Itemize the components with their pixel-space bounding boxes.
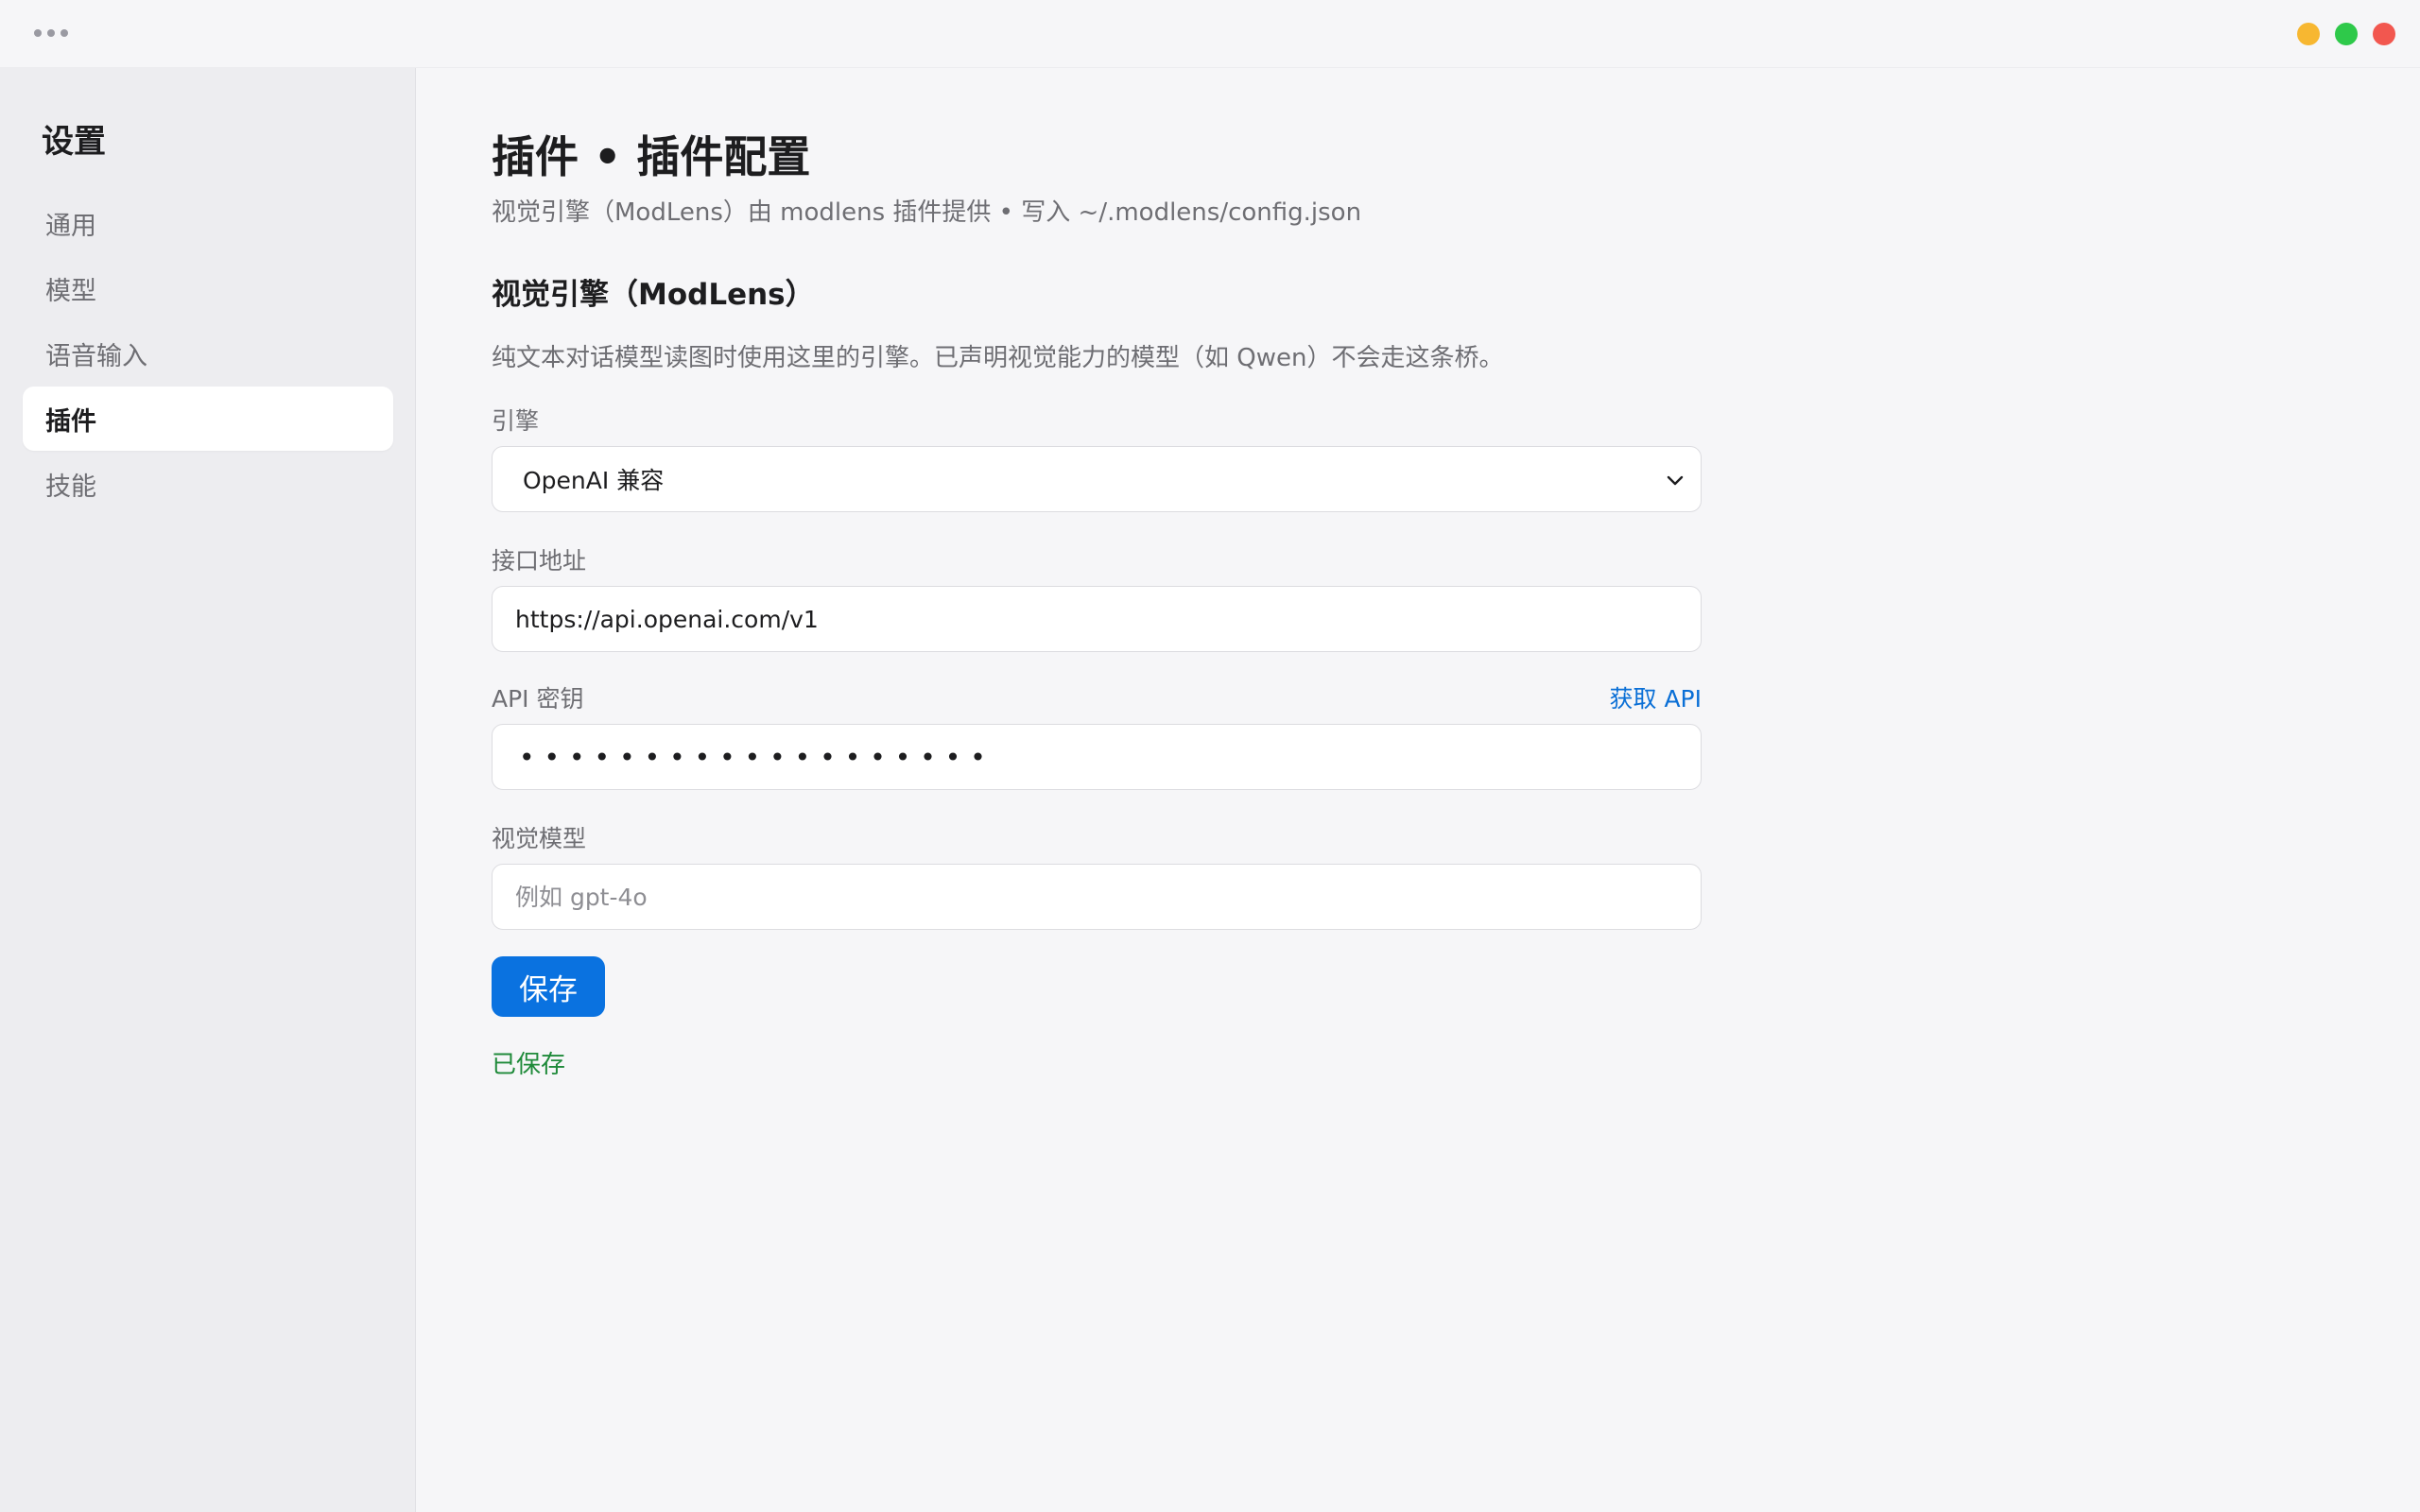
save-button[interactable]: 保存 (492, 956, 605, 1017)
vision-model-field[interactable] (492, 864, 1702, 930)
api-key-field[interactable]: ••••••••••••••••••• (492, 724, 1702, 790)
endpoint-value: https://api.openai.com/v1 (515, 605, 819, 633)
sidebar-title: 设置 (42, 123, 106, 161)
section-title: 视觉引擎（ModLens） (492, 278, 815, 312)
more-icon[interactable] (34, 26, 68, 40)
engine-select[interactable]: OpenAI 兼容 (492, 446, 1702, 512)
sidebar-item-general[interactable]: 通用 (23, 191, 393, 255)
settings-window: 设置 通用 模型 语音输入 插件 技能 插件 • 插件配置 视觉引擎（ModLe… (0, 0, 2420, 1512)
chevron-down-icon (1667, 475, 1684, 486)
sidebar-item-voice-input[interactable]: 语音输入 (23, 321, 393, 386)
api-key-label: API 密钥 (492, 685, 584, 713)
maximize-icon[interactable] (2335, 23, 2358, 45)
sidebar-item-skills[interactable]: 技能 (23, 452, 393, 516)
get-api-link[interactable]: 获取 API (1610, 680, 1703, 714)
page-subtitle: 视觉引擎（ModLens）由 modlens 插件提供 • 写入 ~/.modl… (492, 198, 1362, 227)
vision-model-label: 视觉模型 (492, 825, 587, 852)
api-key-masked-value: ••••••••••••••••••• (519, 741, 995, 773)
endpoint-field[interactable]: https://api.openai.com/v1 (492, 586, 1702, 652)
page-title: 插件 • 插件配置 (492, 131, 811, 182)
minimize-icon[interactable] (2297, 23, 2320, 45)
engine-select-value: OpenAI 兼容 (523, 467, 665, 494)
sidebar-nav: 通用 模型 语音输入 插件 技能 (23, 191, 393, 517)
endpoint-label: 接口地址 (492, 547, 587, 575)
close-icon[interactable] (2373, 23, 2395, 45)
title-bar (0, 0, 2420, 68)
section-description: 纯文本对话模型读图时使用这里的引擎。已声明视觉能力的模型（如 Qwen）不会走这… (492, 344, 1504, 372)
sidebar-item-plugins[interactable]: 插件 (23, 387, 393, 451)
sidebar: 设置 通用 模型 语音输入 插件 技能 (0, 68, 416, 1512)
vision-model-input[interactable] (515, 865, 1701, 929)
sidebar-item-models[interactable]: 模型 (23, 256, 393, 320)
save-status: 已保存 (492, 1051, 566, 1079)
engine-label: 引擎 (492, 407, 540, 435)
